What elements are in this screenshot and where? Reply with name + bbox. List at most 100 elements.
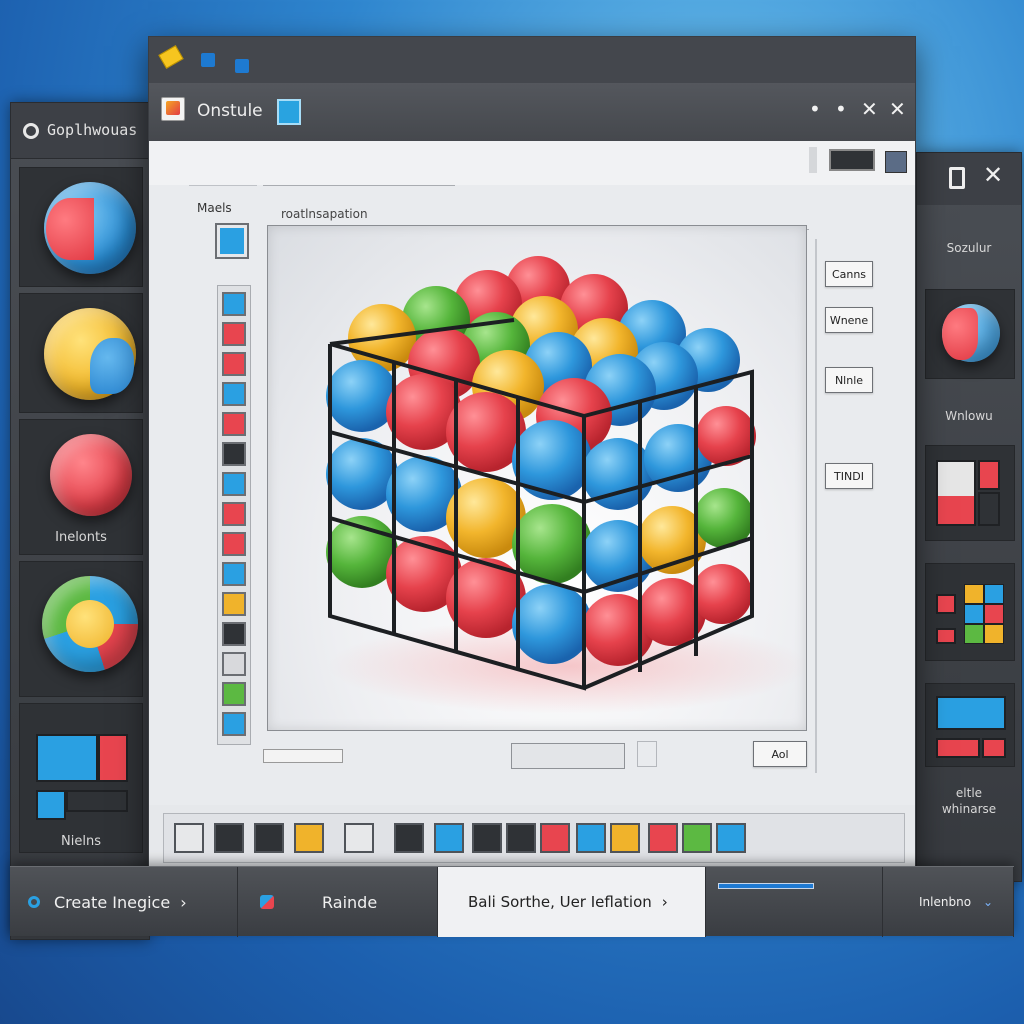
- save-icon[interactable]: [201, 53, 215, 67]
- side-swatch[interactable]: [222, 472, 246, 496]
- ball-preview-panel-1[interactable]: [19, 167, 143, 287]
- right-layout-slot-1[interactable]: [925, 445, 1015, 541]
- taskbar-label-1: Create Inegice: [54, 892, 171, 912]
- undo-icon[interactable]: [235, 59, 249, 73]
- property-button-3[interactable]: Nlnle: [825, 367, 873, 393]
- document-icon: [161, 97, 185, 121]
- grid-icon[interactable]: [885, 151, 907, 173]
- palette-swatch[interactable]: [540, 823, 570, 853]
- palette-swatch[interactable]: [434, 823, 464, 853]
- viewport-input[interactable]: [511, 743, 625, 769]
- models-label: Maels: [197, 201, 232, 215]
- side-swatch[interactable]: [222, 712, 246, 736]
- side-swatch[interactable]: [222, 412, 246, 436]
- color-palette: [163, 813, 905, 863]
- 3d-viewport[interactable]: [267, 225, 808, 731]
- right-label-3: eltle whinarse: [941, 786, 997, 816]
- taskbar-item-notifications[interactable]: Inlenbno ⌄: [882, 867, 1014, 937]
- red-ball-icon: [50, 434, 132, 516]
- taskbar-label-4: Inlenbno: [919, 895, 972, 909]
- ball-preview-panel-2[interactable]: [19, 293, 143, 413]
- taskbar-label-2: Rainde: [322, 892, 378, 912]
- minimize-button[interactable]: •: [809, 97, 821, 121]
- close-button-2[interactable]: ✕: [889, 97, 906, 121]
- ball-preview-panel-3[interactable]: Inelonts: [19, 419, 143, 555]
- palette-swatch[interactable]: [576, 823, 606, 853]
- toolbar: [149, 141, 915, 185]
- folder-icon[interactable]: [158, 45, 184, 69]
- quick-access-bar: [149, 37, 915, 83]
- palette-swatch[interactable]: [214, 823, 244, 853]
- side-swatch[interactable]: [222, 652, 246, 676]
- chevron-right-icon: ›: [180, 892, 187, 912]
- toolbar-dark-button[interactable]: [829, 149, 875, 171]
- taskbar-item-create[interactable]: Create Inegice ›: [10, 867, 238, 937]
- yellow-blue-ball-icon: [44, 308, 136, 400]
- side-swatch[interactable]: [222, 682, 246, 706]
- palette-swatch[interactable]: [174, 823, 204, 853]
- taskbar-item-ball-sorter[interactable]: Bali Sorthe, Uer Ieflation ›: [438, 867, 706, 937]
- taskbar: Create Inegice › Rainde Bali Sorthe, Uer…: [10, 866, 1014, 937]
- right-window: ✕ Sozulur Wnlowu eltle whinarse: [916, 152, 1022, 882]
- palette-swatch[interactable]: [610, 823, 640, 853]
- palette-swatch[interactable]: [682, 823, 712, 853]
- horizontal-scrollbar[interactable]: [263, 749, 343, 763]
- palette-swatch[interactable]: [506, 823, 536, 853]
- small-blue-block-icon: [36, 790, 66, 820]
- document-icon: [949, 167, 965, 189]
- ball-preview-panel-4[interactable]: [19, 561, 143, 697]
- side-swatch[interactable]: [222, 592, 246, 616]
- ball-cube-render: [326, 256, 808, 714]
- close-icon[interactable]: ✕: [983, 161, 1003, 189]
- palette-swatch[interactable]: [648, 823, 678, 853]
- left-window-titlebar: Goplhwouas: [11, 103, 149, 159]
- dark-block-icon: [66, 790, 128, 812]
- main-titlebar: Onstule • • ✕ ✕: [149, 83, 915, 141]
- side-swatch[interactable]: [222, 532, 246, 556]
- palette-swatch[interactable]: [716, 823, 746, 853]
- side-swatch[interactable]: [222, 382, 246, 406]
- right-label-2: Wnlowu: [945, 409, 993, 423]
- right-window-titlebar: ✕: [917, 153, 1021, 205]
- side-swatch[interactable]: [222, 322, 246, 346]
- close-button[interactable]: ✕: [861, 97, 878, 121]
- right-layout-slot-2[interactable]: [925, 683, 1015, 767]
- blue-red-ball-icon: [44, 182, 136, 274]
- side-swatch[interactable]: [222, 352, 246, 376]
- properties-panel: Canns Wnene Nlnle TINDI: [815, 239, 905, 773]
- app-icon[interactable]: [277, 99, 301, 125]
- left-window-title: Goplhwouas: [47, 121, 138, 139]
- right-grid-slot[interactable]: [925, 563, 1015, 661]
- side-swatch[interactable]: [222, 622, 246, 646]
- property-button-4[interactable]: TINDI: [825, 463, 873, 489]
- taskbar-item-rainde[interactable]: Rainde: [238, 867, 438, 937]
- palette-swatch[interactable]: [472, 823, 502, 853]
- app-icon: [260, 895, 274, 909]
- property-button-1[interactable]: Canns: [825, 261, 873, 287]
- palette-swatch[interactable]: [344, 823, 374, 853]
- side-swatch[interactable]: [222, 292, 246, 316]
- selected-swatch[interactable]: [215, 223, 249, 259]
- panel-label-3: Inelonts: [55, 530, 107, 545]
- apply-button[interactable]: Aol: [753, 741, 807, 767]
- palette-swatch[interactable]: [254, 823, 284, 853]
- panel-label-5: Nielns: [61, 834, 101, 849]
- segmented-ring-icon: [42, 576, 138, 672]
- taskbar-label-3: Bali Sorthe, Uer Ieflation: [468, 893, 652, 911]
- palette-swatch[interactable]: [394, 823, 424, 853]
- property-button-2[interactable]: Wnene: [825, 307, 873, 333]
- right-label-1: Sozulur: [946, 241, 992, 255]
- layout-preview-panel[interactable]: Nielns: [19, 703, 143, 853]
- start-icon: [28, 896, 40, 908]
- palette-swatch[interactable]: [294, 823, 324, 853]
- right-ball-slot[interactable]: [925, 289, 1015, 379]
- side-swatch[interactable]: [222, 442, 246, 466]
- window-title: Onstule: [197, 101, 263, 121]
- maximize-button[interactable]: •: [835, 97, 847, 121]
- progress-bar: [718, 883, 814, 889]
- grey-block-icon: [936, 460, 976, 526]
- blue-block-icon: [36, 734, 98, 782]
- side-swatch[interactable]: [222, 562, 246, 586]
- side-swatch[interactable]: [222, 502, 246, 526]
- radio-icon[interactable]: [23, 123, 39, 139]
